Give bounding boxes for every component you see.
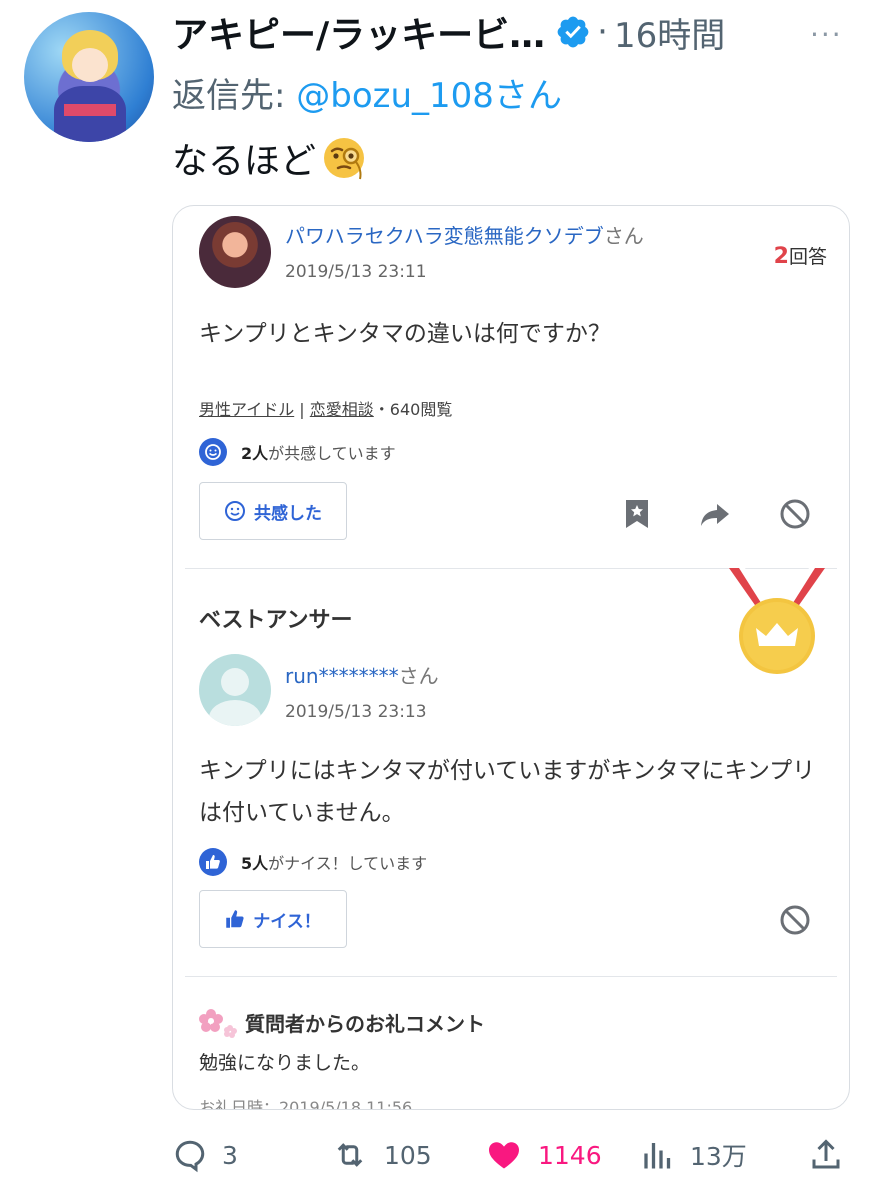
thumbs-up-icon — [199, 848, 227, 876]
question-user: パワハラセクハラ変態無能クソデブさん — [285, 220, 644, 249]
more-options-icon[interactable]: ··· — [810, 18, 843, 51]
thumbs-up-small-icon — [226, 910, 244, 928]
question-meta: 男性アイドル | 恋愛相談・640閲覧 — [199, 396, 452, 420]
gold-medal-icon — [729, 568, 825, 674]
share-button[interactable] — [808, 1130, 858, 1180]
question-date: 2019/5/13 23:11 — [285, 262, 427, 282]
reply-button[interactable]: 3 — [172, 1130, 238, 1180]
views-chart-icon — [644, 1143, 671, 1169]
tweet-action-bar: 3 105 1146 13万 — [0, 1130, 878, 1180]
author-avatar[interactable] — [24, 12, 154, 142]
answer-user: run********さん — [285, 660, 439, 689]
category-link-1: 男性アイドル — [199, 400, 295, 419]
monocle-face-emoji-icon — [324, 138, 365, 180]
nice-suffix: がナイス！しています — [268, 854, 428, 873]
tweet-header: アキピー/ラッキービ… · 16時間 — [172, 8, 725, 57]
answer-user-suffix: さん — [398, 664, 439, 688]
verified-badge-icon — [557, 16, 589, 48]
share-upload-icon — [812, 1139, 840, 1169]
reply-handle-link[interactable]: @bozu_108さん — [296, 76, 562, 116]
nice-summary: 5人 がナイス！しています — [199, 848, 427, 876]
reply-count: 3 — [222, 1140, 238, 1170]
question-user-name: パワハラセクハラ変態無能クソデブ — [285, 224, 604, 248]
answers-number: 2 — [773, 244, 789, 269]
answer-date: 2019/5/13 23:13 — [285, 702, 427, 722]
reply-icon — [175, 1140, 205, 1173]
answers-label: 回答 — [788, 246, 827, 268]
block-icon-answer — [780, 905, 810, 935]
empathy-button-label: 共感した — [254, 503, 322, 524]
tweet-timestamp[interactable]: 16時間 — [614, 8, 725, 57]
tweet-body: なるほど — [172, 141, 317, 182]
views-button[interactable]: 13万 — [640, 1130, 747, 1180]
retweet-button[interactable]: 105 — [330, 1130, 432, 1180]
question-text: キンプリとキンタマの違いは何ですか？ — [199, 321, 611, 347]
author-name[interactable]: アキピー/ラッキービ… — [172, 6, 545, 58]
like-count: 1146 — [538, 1140, 602, 1170]
retweet-icon — [337, 1143, 363, 1167]
block-icon — [780, 499, 810, 529]
reply-context: 返信先: @bozu_108さん — [172, 68, 562, 117]
retweet-count: 105 — [384, 1140, 432, 1170]
category-separator: | — [294, 400, 310, 419]
answer-text: キンプリにはキンタマが付いていますがキンタマにキンプリは付いていません。 — [199, 758, 816, 826]
nice-button-label: ナイス！ — [253, 911, 321, 932]
empathy-suffix: が共感しています — [268, 444, 396, 463]
answers-count: 2回答 — [774, 242, 827, 269]
smile-outline-icon — [225, 501, 245, 521]
answer-user-name: run******** — [285, 664, 399, 688]
thanks-text: 勉強になりました。 — [199, 1052, 371, 1074]
thanks-title: 質問者からのお礼コメント — [199, 1006, 485, 1038]
answer-user-avatar — [199, 654, 271, 726]
thanks-title-text: 質問者からのお礼コメント — [245, 1011, 485, 1036]
thanks-date: お礼日時：2019/5/18 11:56 — [199, 1098, 413, 1110]
tweet-text: なるほど — [172, 132, 368, 184]
views-count: 13万 — [690, 1142, 747, 1171]
card-divider-2 — [185, 976, 837, 977]
share-arrow-icon — [701, 504, 729, 526]
tweet-separator: · — [597, 12, 608, 52]
empathy-count: 2人 — [241, 444, 269, 463]
heart-icon — [489, 1142, 519, 1169]
like-button[interactable]: 1146 — [484, 1130, 602, 1180]
smile-icon — [199, 438, 227, 466]
nice-count: 5人 — [241, 854, 269, 873]
question-views: ・640閲覧 — [373, 400, 453, 419]
nice-button: ナイス！ — [199, 890, 347, 948]
best-answer-title: ベストアンサー — [199, 608, 353, 633]
question-user-avatar — [199, 216, 271, 288]
empathy-button: 共感した — [199, 482, 347, 540]
category-link-2: 恋愛相談 — [309, 400, 374, 419]
reply-prefix: 返信先: — [172, 76, 297, 116]
sakura-icon — [199, 1009, 237, 1038]
bookmark-icon — [626, 500, 648, 528]
embedded-image-card[interactable]: パワハラセクハラ変態無能クソデブさん 2019/5/13 23:11 2回答 キ… — [172, 205, 850, 1110]
question-user-suffix: さん — [603, 224, 644, 248]
empathy-summary: 2人 が共感しています — [199, 438, 396, 466]
